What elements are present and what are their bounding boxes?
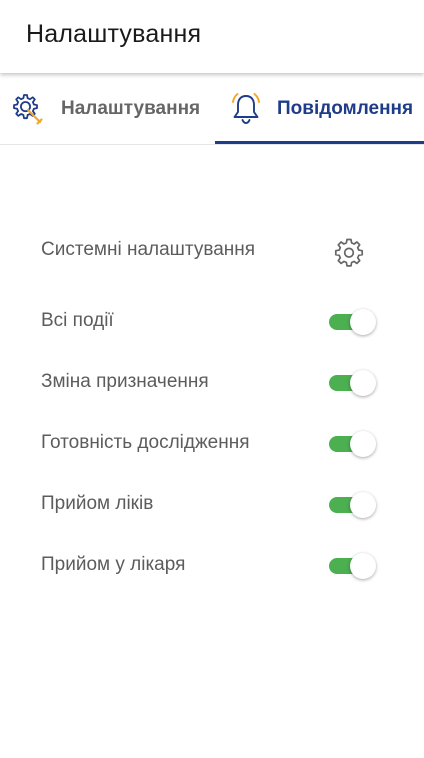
toggle-thumb xyxy=(350,370,376,396)
list-item: Всі події xyxy=(0,291,424,352)
toggle-label: Всі події xyxy=(41,310,114,331)
tab-notifications-label: Повідомлення xyxy=(277,98,414,119)
toggle-switch[interactable] xyxy=(328,431,376,457)
toggle-label: Зміна призначення xyxy=(41,371,209,392)
toggle-switch[interactable] xyxy=(328,370,376,396)
tab-settings[interactable]: Налаштування xyxy=(0,73,214,145)
active-tab-indicator xyxy=(215,141,424,144)
toggle-label: Готовність дослідження xyxy=(41,432,250,453)
tab-notifications[interactable]: Повідомлення xyxy=(215,73,424,145)
toggle-thumb xyxy=(350,492,376,518)
list-item: Зміна призначення xyxy=(0,352,424,413)
gear-icon[interactable] xyxy=(333,236,365,268)
toggle-thumb xyxy=(350,553,376,579)
list-item: Готовність дослідження xyxy=(0,413,424,474)
app-bar: Налаштування xyxy=(0,0,424,73)
system-settings-row[interactable]: Системні налаштування xyxy=(0,220,424,281)
list-item: Прийом ліків xyxy=(0,474,424,535)
toggle-switch[interactable] xyxy=(328,492,376,518)
gear-wrench-icon xyxy=(11,91,47,127)
toggle-label: Прийом у лікаря xyxy=(41,554,186,575)
toggle-switch[interactable] xyxy=(328,309,376,335)
toggle-thumb xyxy=(350,309,376,335)
tab-settings-label: Налаштування xyxy=(61,98,201,119)
toggle-label: Прийом ліків xyxy=(41,493,154,514)
page-title: Налаштування xyxy=(26,20,202,48)
list-item: Прийом у лікаря xyxy=(0,535,424,596)
toggle-switch[interactable] xyxy=(328,553,376,579)
system-settings-label: Системні налаштування xyxy=(41,239,256,260)
toggle-thumb xyxy=(350,431,376,457)
tab-bar: Налаштування Повідомлення xyxy=(0,73,424,145)
bell-icon xyxy=(228,91,264,127)
